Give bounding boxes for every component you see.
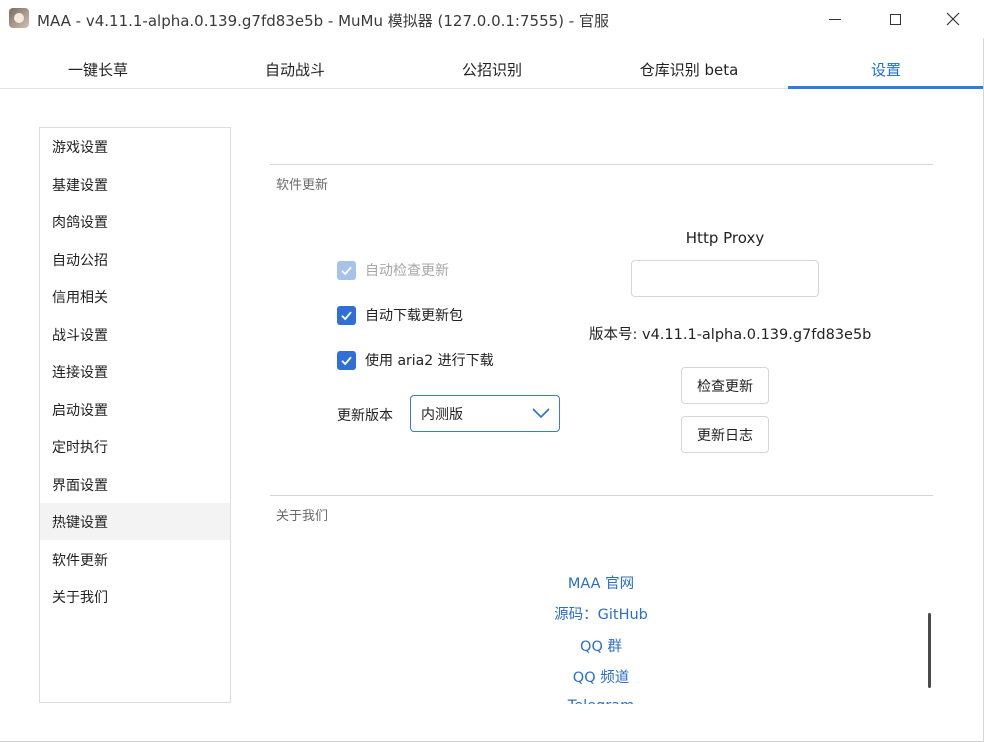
maximize-icon	[889, 13, 901, 25]
chevron-down-icon	[532, 408, 550, 419]
tab-recruit[interactable]: 公招识别	[394, 50, 590, 88]
about-section-title: 关于我们	[276, 509, 329, 524]
telegram-link[interactable]: Telegram	[470, 698, 732, 704]
use-aria2-checkbox[interactable]: 使用 aria2 进行下载	[337, 350, 494, 370]
version-type-value: 内测版	[421, 406, 463, 423]
main-tabs: 一键长草 自动战斗 公招识别 仓库识别 beta 设置	[0, 50, 984, 89]
sidebar-item-about[interactable]: 关于我们	[40, 578, 230, 615]
content-scrollbar[interactable]	[928, 613, 931, 688]
check-icon	[341, 311, 352, 320]
sidebar-item-connection[interactable]: 连接设置	[40, 353, 230, 390]
sidebar-item-startup[interactable]: 启动设置	[40, 391, 230, 428]
auto-check-update-checkbox[interactable]: 自动检查更新	[337, 260, 449, 280]
check-icon	[341, 266, 352, 275]
sidebar-item-credit[interactable]: 信用相关	[40, 278, 230, 315]
checkbox-box	[337, 260, 356, 280]
checkbox-box	[337, 350, 356, 370]
sidebar-item-game[interactable]: 游戏设置	[40, 128, 230, 165]
http-proxy-label: Http Proxy	[685, 229, 765, 247]
maximize-button[interactable]	[866, 0, 924, 38]
sidebar-item-schedule[interactable]: 定时执行	[40, 428, 230, 465]
auto-check-update-label: 自动检查更新	[365, 263, 449, 279]
sidebar-item-roguelike[interactable]: 肉鸽设置	[40, 203, 230, 240]
window-title: MAA - v4.11.1-alpha.0.139.g7fd83e5b - Mu…	[37, 12, 609, 30]
sidebar-item-infrast[interactable]: 基建设置	[40, 166, 230, 203]
version-type-select[interactable]: 内测版	[410, 395, 560, 432]
update-section-title: 软件更新	[276, 178, 329, 193]
github-link[interactable]: 源码：GitHub	[470, 603, 732, 624]
qq-channel-link[interactable]: QQ 频道	[470, 666, 732, 687]
close-button[interactable]	[924, 0, 982, 38]
sidebar-item-recruit[interactable]: 自动公招	[40, 241, 230, 278]
section-divider	[270, 495, 933, 496]
minimize-button[interactable]	[806, 0, 864, 38]
auto-download-label: 自动下载更新包	[365, 308, 463, 324]
title-bar: MAA - v4.11.1-alpha.0.139.g7fd83e5b - Mu…	[0, 0, 984, 38]
app-icon	[9, 8, 29, 28]
sidebar-item-ui[interactable]: 界面设置	[40, 466, 230, 503]
checkbox-box	[337, 305, 356, 325]
close-icon	[946, 12, 960, 26]
use-aria2-label: 使用 aria2 进行下载	[365, 353, 494, 369]
tab-farming[interactable]: 一键长草	[0, 50, 196, 88]
tab-auto-battle[interactable]: 自动战斗	[197, 50, 393, 88]
maa-website-link[interactable]: MAA 官网	[470, 572, 732, 593]
check-update-button[interactable]: 检查更新	[681, 367, 769, 404]
version-number-text: 版本号: v4.11.1-alpha.0.139.g7fd83e5b	[589, 327, 872, 343]
auto-download-checkbox[interactable]: 自动下载更新包	[337, 305, 463, 325]
sidebar-item-hotkey[interactable]: 热键设置	[40, 503, 230, 540]
settings-sidebar: 游戏设置 基建设置 肉鸽设置 自动公招 信用相关 战斗设置 连接设置 启动设置 …	[39, 127, 231, 703]
minimize-icon	[829, 18, 841, 20]
section-divider	[270, 164, 933, 165]
qq-group-link[interactable]: QQ 群	[470, 635, 732, 656]
version-type-label: 更新版本	[337, 408, 393, 424]
tab-depot[interactable]: 仓库识别 beta	[591, 50, 787, 88]
http-proxy-input[interactable]	[631, 260, 819, 297]
tab-settings[interactable]: 设置	[788, 50, 984, 89]
sidebar-item-battle[interactable]: 战斗设置	[40, 316, 230, 353]
check-icon	[341, 356, 352, 365]
sidebar-item-update[interactable]: 软件更新	[40, 541, 230, 578]
changelog-button[interactable]: 更新日志	[681, 416, 769, 453]
